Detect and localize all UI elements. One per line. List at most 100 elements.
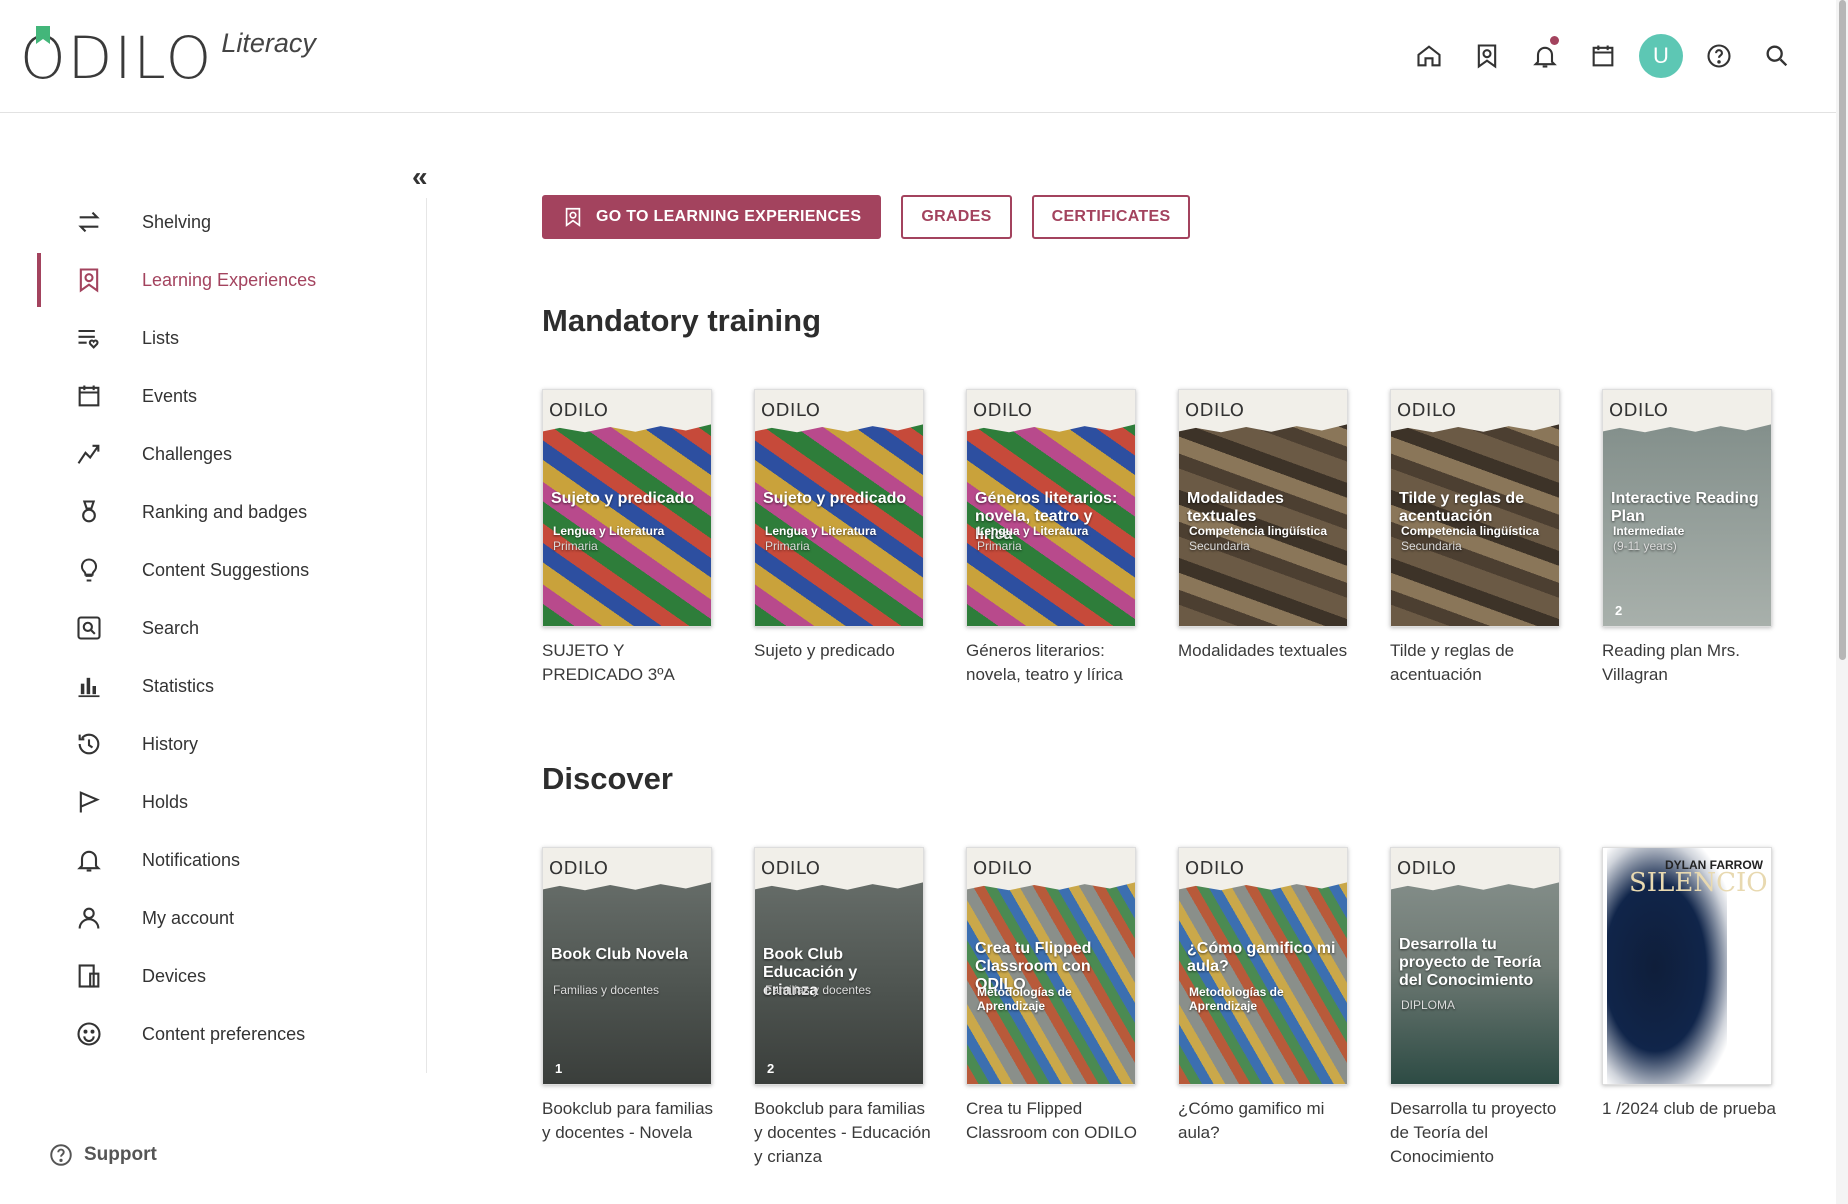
sidebar-item-label: Search <box>142 617 200 638</box>
bookmark-icon <box>565 207 581 227</box>
page-scrollbar[interactable] <box>1836 0 1848 1204</box>
flag-icon <box>74 787 104 817</box>
sidebar-item-shelving[interactable]: Shelving <box>0 193 426 251</box>
book-title[interactable]: Reading plan Mrs. Villagran <box>1602 639 1782 687</box>
sidebar-item-challenges[interactable]: Challenges <box>0 425 426 483</box>
calendar-icon <box>74 381 104 411</box>
sidebar-item-events[interactable]: Events <box>0 367 426 425</box>
book-card[interactable]: ODILO Sujeto y predicado Lengua y Literat… <box>542 389 754 687</box>
sidebar-item-label: Content Suggestions <box>142 559 310 580</box>
book-title[interactable]: Bookclub para familias y docentes - Nove… <box>542 1097 722 1145</box>
book-cover[interactable]: ODILO Desarrolla tu proyecto de Teoría d… <box>1390 847 1560 1085</box>
cover-level: Primaria <box>765 539 810 553</box>
sidebar-item-label: Challenges <box>142 443 233 464</box>
sidebar-item-devices[interactable]: Devices <box>0 947 426 1005</box>
book-cover[interactable]: ODILO Book Club Novela Familias y docente… <box>542 847 712 1085</box>
sidebar-item-ranking[interactable]: Ranking and badges <box>0 483 426 541</box>
book-card[interactable]: ODILO Crea tu Flipped Classroom con ODIL… <box>966 847 1178 1169</box>
cover-subject: Lengua y Literatura <box>553 524 665 538</box>
support-label: Support <box>84 1144 157 1165</box>
book-card[interactable]: ODILO Géneros literarios: novela, teatro… <box>966 389 1178 687</box>
collapse-sidebar-button[interactable]: « <box>412 161 428 193</box>
book-card[interactable]: ODILO Tilde y reglas de acentuación Compe… <box>1390 389 1602 687</box>
book-cover[interactable]: ODILO Interactive Reading Plan Intermedia… <box>1602 389 1772 627</box>
home-icon[interactable] <box>1400 28 1458 84</box>
book-card[interactable]: ODILO Desarrolla tu proyecto de Teoría d… <box>1390 847 1602 1169</box>
book-card[interactable]: DYLAN FARROW SILENCIO 1 /2024 club de pru… <box>1602 847 1814 1169</box>
book-cover[interactable]: ODILO Tilde y reglas de acentuación Compe… <box>1390 389 1560 627</box>
cover-brand-logo: ODILO <box>549 400 609 421</box>
book-cover[interactable]: ODILO Sujeto y predicado Lengua y Literat… <box>542 389 712 627</box>
sidebar-item-lists[interactable]: Lists <box>0 309 426 367</box>
sidebar-item-label: Events <box>142 385 198 406</box>
sidebar-divider <box>426 198 427 1073</box>
sidebar-item-label: Statistics <box>142 675 215 696</box>
sidebar-item-holds[interactable]: Holds <box>0 773 426 831</box>
book-cover[interactable]: ODILO Crea tu Flipped Classroom con ODIL… <box>966 847 1136 1085</box>
challenge-icon <box>74 439 104 469</box>
bookmark-icon <box>74 265 104 295</box>
cover-title: Tilde y reglas de acentuación <box>1399 490 1525 525</box>
sidebar-item-search[interactable]: Search <box>0 599 426 657</box>
book-title[interactable]: Tilde y reglas de acentuación <box>1390 639 1570 687</box>
sidebar-item-label: My account <box>142 907 235 928</box>
book-card[interactable]: ODILO Book Club Educación y crianza Famil… <box>754 847 966 1169</box>
learning-bookmark-icon[interactable] <box>1458 28 1516 84</box>
lightbulb-icon <box>74 555 104 585</box>
bell-icon[interactable] <box>1516 28 1574 84</box>
grades-button[interactable]: GRADES <box>901 195 1012 239</box>
top-header: ODILO Literacy U <box>0 0 1836 113</box>
sidebar-item-learning-experiences[interactable]: Learning Experiences <box>0 251 426 309</box>
book-card[interactable]: ODILO Interactive Reading Plan Intermedia… <box>1602 389 1814 687</box>
help-icon[interactable] <box>1690 28 1748 84</box>
help-icon <box>50 1144 72 1166</box>
sidebar-item-label: Lists <box>142 327 180 348</box>
sidebar-item-content-preferences[interactable]: Content preferences <box>0 1005 426 1063</box>
calendar-icon[interactable] <box>1574 28 1632 84</box>
sidebar-item-notifications[interactable]: Notifications <box>0 831 426 889</box>
book-title[interactable]: Modalidades textuales <box>1178 639 1358 663</box>
book-title[interactable]: Géneros literarios: novela, teatro y lír… <box>966 639 1146 687</box>
header-toolbar: U <box>1400 28 1836 84</box>
book-cover[interactable]: ODILO Géneros literarios: novela, teatro… <box>966 389 1136 627</box>
sidebar-item-label: Content preferences <box>142 1023 306 1044</box>
sidebar-item-my-account[interactable]: My account <box>0 889 426 947</box>
scroll-thumb[interactable] <box>1839 0 1846 660</box>
book-title[interactable]: 1 /2024 club de prueba <box>1602 1097 1782 1121</box>
cover-brand-logo: ODILO <box>1185 400 1245 421</box>
book-card[interactable]: ODILO Modalidades textuales Competencia l… <box>1178 389 1390 687</box>
book-cover[interactable]: DYLAN FARROW SILENCIO <box>1602 847 1772 1085</box>
search-icon[interactable] <box>1748 28 1806 84</box>
avatar-button[interactable]: U <box>1632 28 1690 84</box>
book-card[interactable]: ODILO ¿Cómo gamifico mi aula? Metodología… <box>1178 847 1390 1169</box>
book-cover[interactable]: ODILO Sujeto y predicado Lengua y Literat… <box>754 389 924 627</box>
sidebar-item-label: Shelving <box>142 211 212 232</box>
book-title[interactable]: Bookclub para familias y docentes - Educ… <box>754 1097 934 1169</box>
book-cover[interactable]: ODILO ¿Cómo gamifico mi aula? Metodología… <box>1178 847 1348 1085</box>
book-title[interactable]: Crea tu Flipped Classroom con ODILO <box>966 1097 1146 1145</box>
book-title[interactable]: ¿Cómo gamifico mi aula? <box>1178 1097 1358 1145</box>
cover-title: Modalidades textuales <box>1187 490 1284 525</box>
book-title[interactable]: SUJETO Y PREDICADO 3ºA <box>542 639 722 687</box>
app-logo[interactable]: ODILO Literacy <box>20 26 316 88</box>
book-cover[interactable]: ODILO Book Club Educación y crianza Famil… <box>754 847 924 1085</box>
sidebar-item-content-suggestions[interactable]: Content Suggestions <box>0 541 426 599</box>
cover-level: Familias y docentes <box>553 983 660 997</box>
book-card[interactable]: ODILO Book Club Novela Familias y docente… <box>542 847 754 1169</box>
book-cover[interactable]: ODILO Modalidades textuales Competencia l… <box>1178 389 1348 627</box>
list-heart-icon <box>74 323 104 353</box>
cover-title: Sujeto y predicado <box>551 490 695 507</box>
book-card[interactable]: ODILO Sujeto y predicado Lengua y Literat… <box>754 389 966 687</box>
support-link[interactable]: Support <box>48 1142 157 1168</box>
certificates-button[interactable]: CERTIFICATES <box>1031 195 1191 239</box>
sidebar-item-history[interactable]: History <box>0 715 426 773</box>
cover-level: DIPLOMA <box>1401 998 1456 1012</box>
cover-brand-logo: ODILO <box>549 858 609 879</box>
book-title[interactable]: Desarrolla tu proyecto de Teoría del Con… <box>1390 1097 1570 1169</box>
cover-level: (9-11 years) <box>1613 539 1677 553</box>
sidebar-item-statistics[interactable]: Statistics <box>0 657 426 715</box>
go-to-learning-experiences-button[interactable]: GO TO LEARNING EXPERIENCES <box>542 195 882 239</box>
cover-number: 2 <box>767 1061 775 1076</box>
book-title[interactable]: Sujeto y predicado <box>754 639 934 663</box>
cover-brand-logo: ODILO <box>1185 858 1245 879</box>
